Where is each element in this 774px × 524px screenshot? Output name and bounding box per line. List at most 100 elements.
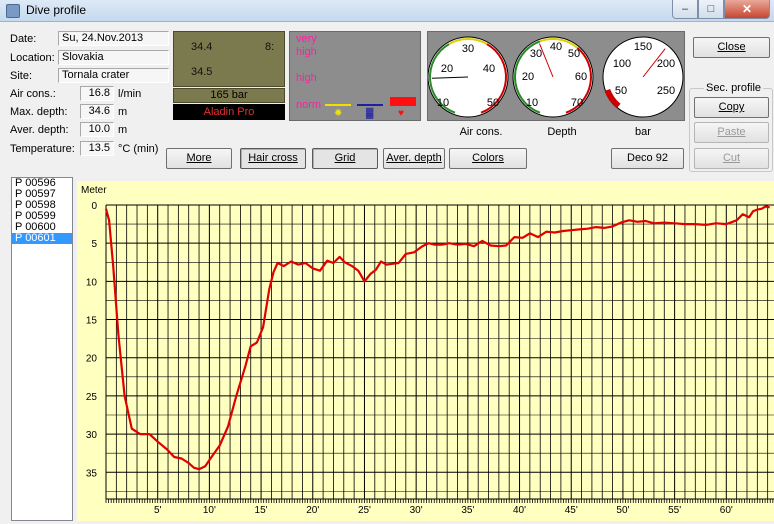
computer-value-1: 34.4 [191, 41, 213, 53]
depth-gauge: 40 30 50 20 60 10 70 [512, 36, 594, 118]
y-tick-label: 5 [91, 239, 97, 250]
workload-icon: ▓ [366, 108, 374, 119]
max-depth-field: 34.6 [80, 104, 114, 119]
deco-button[interactable]: Deco 92 [611, 148, 684, 169]
more-button-label: More [186, 152, 212, 164]
warning-panel: very high high norm ✹ ▓ ♥ [289, 31, 421, 121]
x-tick-label: 10' [203, 505, 216, 516]
x-tick-label: 35' [461, 505, 474, 516]
dive-computer-display: 34.4 8: 34.5 165 bar Aladin Pro [173, 31, 285, 121]
x-tick-label: 15' [255, 505, 268, 516]
gauge-tick-label: 100 [613, 58, 631, 70]
sec-profile-label: Sec. profile [704, 82, 764, 94]
grid-button-label: Grid [334, 152, 356, 164]
y-tick-label: 10 [86, 277, 98, 288]
close-button[interactable]: Close [693, 37, 770, 58]
maximize-icon: □ [707, 3, 715, 15]
location-label: Location: [10, 52, 55, 64]
gauge-tick-label: 150 [634, 41, 652, 53]
gauge-tick-label: 50 [487, 97, 499, 109]
y-tick-label: 25 [86, 392, 98, 403]
chart-svg: Meter 0 5 10 15 20 25 30 35 5' 10' 15' 20' 25' 30' 35' 4… [77, 181, 774, 521]
more-button[interactable]: More [166, 148, 232, 169]
x-tick-label: 40' [513, 505, 526, 516]
warning-high-1: high [296, 46, 317, 58]
window-title: Dive profile [26, 3, 87, 17]
computer-screen: 34.4 8: 34.5 [173, 31, 285, 87]
date-field: Su, 24.Nov.2013 [58, 31, 169, 46]
app-icon [6, 4, 20, 18]
copy-button-label: Copy [718, 101, 745, 113]
gauge-tick-label: 70 [571, 97, 583, 109]
cut-button[interactable]: Cut [694, 148, 769, 169]
temperature-unit: °C (min) [118, 143, 159, 155]
x-tick-label: 60' [720, 505, 733, 516]
minimize-button[interactable]: ‒ [672, 0, 698, 19]
gauge-tick-label: 50 [568, 48, 580, 60]
date-label: Date: [10, 33, 37, 45]
heart-level-bar [390, 97, 416, 106]
colors-button[interactable]: Colors [449, 148, 527, 169]
deco-button-label: Deco 92 [627, 152, 668, 164]
y-axis-label: Meter [81, 185, 107, 196]
pressure-gauge-label: bar [635, 126, 651, 138]
location-field: Slovakia [58, 50, 169, 65]
heart-icon: ♥ [398, 108, 404, 119]
chart-background [77, 181, 774, 521]
warning-high-2: high [296, 72, 317, 84]
temperature-label: Temperature: [10, 143, 75, 155]
aver-depth-button-label: Aver. depth [386, 152, 442, 164]
pressure-gauge: 150100 200 50 250 [602, 36, 684, 118]
aver-depth-button[interactable]: Aver. depth [383, 148, 445, 169]
gauge-tick-label: 30 [462, 43, 474, 55]
y-tick-label: 20 [86, 354, 98, 365]
air-cons-field: 16.8 [80, 86, 114, 101]
aver-depth-label: Aver. depth: [10, 124, 69, 136]
dive-profile-chart[interactable]: Meter 0 5 10 15 20 25 30 35 5' 10' 15' 20' 25' 30' 35' 4… [77, 181, 774, 521]
minimize-icon: ‒ [681, 3, 689, 15]
paste-button-label: Paste [717, 126, 746, 138]
gauge-tick-label: 250 [657, 85, 675, 97]
gauge-tick-label: 200 [657, 58, 675, 70]
depth-gauge-label: Depth [547, 126, 577, 138]
temperature-field: 13.5 [80, 141, 114, 156]
warning-norm: norm [296, 99, 322, 111]
cut-button-label: Cut [722, 152, 741, 164]
y-tick-label: 15 [86, 316, 98, 327]
sun-icon: ✹ [334, 108, 343, 119]
gauge-tick-label: 30 [530, 48, 542, 60]
air-cons-gauge: 30 20 40 10 50 [427, 36, 509, 118]
gauge-tick-label: 40 [483, 63, 495, 75]
air-cons-gauge-label: Air cons. [459, 126, 503, 138]
hair-cross-button[interactable]: Hair cross [240, 148, 306, 169]
gauge-tick-label: 10 [526, 97, 538, 109]
copy-button[interactable]: Copy [694, 97, 769, 118]
computer-value-3: 34.5 [191, 66, 213, 78]
x-tick-label: 5' [154, 505, 162, 516]
close-icon: ✕ [741, 2, 753, 16]
grid-button[interactable]: Grid [312, 148, 378, 169]
gauge-tick-label: 10 [437, 97, 449, 109]
max-depth-unit: m [118, 106, 128, 118]
gauge-tick-label: 40 [550, 41, 562, 53]
close-button-label: Close [717, 41, 746, 53]
tank-pressure: 165 bar [173, 88, 285, 103]
air-cons-unit: l/min [118, 88, 142, 100]
hair-cross-button-label: Hair cross [248, 152, 298, 164]
aver-depth-field: 10.0 [80, 122, 114, 137]
maximize-button[interactable]: □ [698, 0, 724, 19]
x-tick-label: 30' [410, 505, 423, 516]
y-tick-label: 35 [86, 468, 98, 479]
gauge-tick-label: 60 [575, 71, 587, 83]
dive-list[interactable]: P 00596 P 00597 P 00598 P 00599 P 00600 P 006… [11, 177, 73, 521]
x-tick-label: 20' [306, 505, 319, 516]
dive-list-item[interactable]: P 00601 [12, 233, 72, 244]
x-tick-label: 50' [616, 505, 629, 516]
y-tick-label: 0 [91, 201, 97, 212]
y-tick-label: 30 [86, 430, 98, 441]
site-label: Site: [10, 70, 33, 82]
x-tick-label: 55' [668, 505, 681, 516]
window-close-button[interactable]: ✕ [724, 0, 770, 19]
gauge-tick-label: 20 [441, 63, 453, 75]
paste-button[interactable]: Paste [694, 122, 769, 143]
